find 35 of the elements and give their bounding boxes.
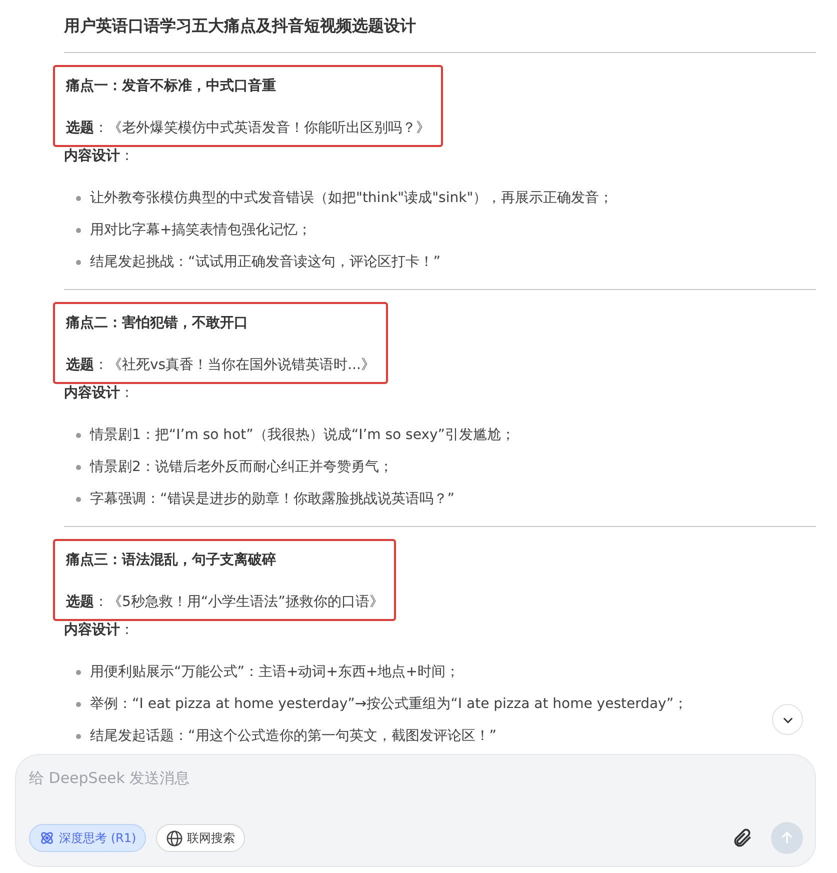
bullet-icon <box>76 228 81 232</box>
bullet-icon <box>76 702 81 706</box>
bullet-item: 情景剧1：把“I’m so hot”（我很热）说成“I’m so sexy”引发尴尬； <box>90 426 516 445</box>
design-label: 内容设计： <box>64 146 135 166</box>
toggle-button[interactable]: 联网搜索 <box>156 824 246 852</box>
section-heading: 痛点三：语法混乱，句子支离破碎 <box>66 550 277 570</box>
design-label: 内容设计： <box>64 620 135 640</box>
bullet-icon <box>76 670 81 674</box>
bullet-item: 用对比字幕+搞笑表情包强化记忆； <box>90 221 312 240</box>
bullet-item: 情景剧2：说错后老外反而耐心纠正并夸赞勇气； <box>90 458 393 477</box>
bullet-item: 字幕强调：“错误是进步的勋章！你敢露脸挑战说英语吗？” <box>90 490 455 509</box>
section-heading: 痛点一：发音不标准，中式口音重 <box>66 76 277 96</box>
arrow-up-icon <box>779 830 795 846</box>
bullet-icon <box>76 432 81 438</box>
topic-text: 选题：《5秒急救！用“小学生语法”拯救你的口语》 <box>66 593 384 612</box>
topic-text: 选题：《社死vs真香！当你在国外说错英语时...》 <box>66 356 375 375</box>
globe-icon <box>166 830 184 846</box>
bullet-icon <box>76 196 81 200</box>
topic-text: 选题：《老外爆笑模仿中式英语发音！你能听出区别吗？》 <box>66 119 430 138</box>
design-label: 内容设计： <box>64 384 135 403</box>
bullet-item: 举例：“I eat pizza at home yesterday”→按公式重组为“I ate pizza at home yesterday”； <box>90 695 688 714</box>
bullet-item: 用便利贴展示“万能公式”：主语+动词+东西+地点+时间； <box>90 663 460 682</box>
message-input[interactable]: 给 DeepSeek 发送消息 <box>29 769 803 787</box>
bullet-icon <box>76 496 81 502</box>
bullet-item: 让外教夸张模仿典型的中式发音错误（如把"think"读成"sink"），再展示正确发音； <box>90 189 614 208</box>
document-title: 用户英语口语学习五大痛点及抖音短视频选题设计 <box>64 15 417 37</box>
atom-icon <box>39 830 55 846</box>
section-heading: 痛点二：害怕犯错，不敢开口 <box>66 314 249 333</box>
bullet-icon <box>76 464 81 470</box>
scroll-down-button[interactable] <box>772 704 803 735</box>
bullet-icon <box>76 260 81 264</box>
toggle-button[interactable]: 深度思考 (R1) <box>29 824 146 852</box>
bullet-item: 结尾发起话题：“用这个公式造你的第一句英文，截图发评论区！” <box>90 727 497 746</box>
bullet-item: 结尾发起挑战：“试试用正确发音读这句，评论区打卡！” <box>90 253 441 272</box>
bullet-icon <box>76 734 81 738</box>
